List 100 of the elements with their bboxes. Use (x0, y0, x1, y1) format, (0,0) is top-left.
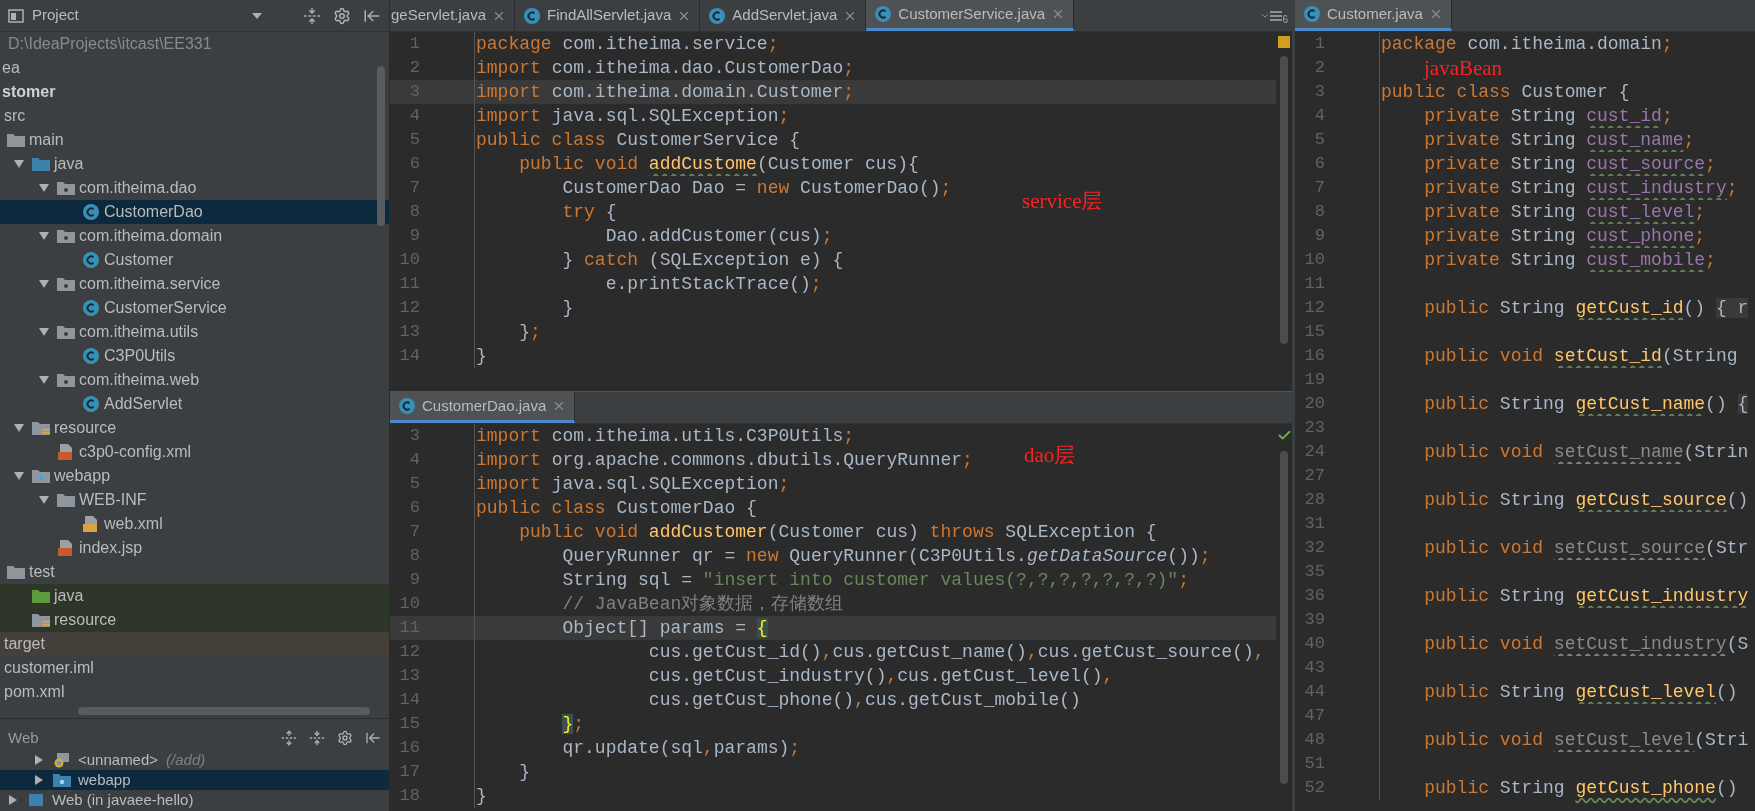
tree-row[interactable]: web.xml (0, 512, 389, 536)
code-line: String sql = "insert into customer values(?,?,?,?,?,?,?)"; (561, 569, 1189, 592)
expand-all-icon[interactable] (281, 730, 297, 746)
code-line: QueryRunner qr = new QueryRunner(C3P0Utils.getDataSource()); (561, 545, 1211, 568)
tree-arrow-icon[interactable] (38, 182, 50, 194)
tree-row[interactable]: Customer (0, 248, 389, 272)
tree-row[interactable]: stomer (0, 80, 389, 104)
code-line: public void setCust_level(Stri (1423, 729, 1749, 752)
class-icon (708, 6, 727, 25)
editor-tab[interactable]: Customer.java (1295, 0, 1452, 31)
panel-title[interactable]: Web (8, 726, 39, 750)
annotation: dao层 (1024, 444, 1076, 466)
line-number: 3 (1313, 81, 1325, 103)
code-line: Dao.addCustomer(cus); (604, 225, 833, 248)
settings-icon[interactable] (337, 730, 353, 746)
code-line: private String cust_id; (1423, 105, 1673, 128)
tree-row[interactable]: customer.iml (0, 656, 389, 680)
package-icon (56, 324, 76, 340)
tree-row[interactable]: main (0, 128, 389, 152)
tree-row[interactable]: pom.xml (0, 680, 389, 704)
code-line: cus.getCust_id(),cus.getCust_name(),cus.getCust_source(), (647, 641, 1265, 664)
tree-row[interactable]: test (0, 560, 389, 584)
annotation: javaBean (1424, 57, 1503, 79)
settings-icon[interactable] (333, 6, 351, 25)
panel-title[interactable]: Project (32, 4, 79, 27)
tree-label: src (3, 106, 26, 126)
tree-row[interactable]: resource (0, 608, 389, 632)
package-icon (56, 228, 76, 244)
tree-row[interactable]: src (0, 104, 389, 128)
tree-label: target (3, 634, 45, 654)
tree-arrow-icon[interactable] (38, 326, 50, 338)
tree-row[interactable]: target (0, 632, 389, 656)
tree-row[interactable]: java (0, 584, 389, 608)
tree-row[interactable]: com.itheima.web (0, 368, 389, 392)
tree-row[interactable]: c3p0-config.xml (0, 440, 389, 464)
collapse-all-icon[interactable] (309, 730, 325, 746)
tree-row[interactable]: index.jsp (0, 536, 389, 560)
tree-label: java (52, 586, 84, 606)
line-number: 9 (1313, 225, 1325, 247)
code-line: qr.update(sql,params); (561, 737, 801, 760)
hide-panel-icon[interactable] (365, 730, 381, 746)
scrollbar-thumb[interactable] (1280, 56, 1288, 344)
line-number: 7 (408, 521, 420, 543)
check-icon[interactable] (1276, 428, 1292, 443)
line-number: 18 (398, 785, 420, 807)
tree-row[interactable]: CustomerService (0, 296, 389, 320)
tree-arrow-icon[interactable] (13, 422, 25, 434)
tree-arrow-icon[interactable] (13, 158, 25, 170)
tree-row[interactable]: java (0, 152, 389, 176)
caret-icon[interactable] (251, 11, 262, 20)
tree-arrow-icon[interactable] (38, 230, 50, 242)
tree-row[interactable]: CustomerDao (0, 200, 389, 224)
line-number: 16 (1303, 345, 1325, 367)
code-line: public class CustomerDao { (476, 497, 757, 520)
package-icon (56, 180, 76, 196)
tree-label: com.itheima.utils (78, 322, 199, 342)
tree-row[interactable]: <unnamed> (/add) (0, 750, 389, 770)
line-number: 39 (1303, 609, 1325, 631)
tree-arrow-icon[interactable] (13, 470, 25, 482)
code-line: private String cust_industry; (1423, 177, 1738, 200)
code-line: import com.itheima.domain.Customer; (476, 81, 855, 104)
tree-row[interactable]: com.itheima.domain (0, 224, 389, 248)
scrollbar-thumb[interactable] (78, 707, 370, 715)
line-number: 13 (398, 321, 420, 343)
tree-row[interactable]: webapp (0, 770, 389, 790)
tree-arrow-icon[interactable] (38, 374, 50, 386)
tree-row[interactable]: Web (in javaee-hello) (0, 790, 389, 810)
scrollbar-thumb[interactable] (377, 66, 385, 226)
tree-row[interactable]: AddServlet (0, 392, 389, 416)
package-icon (56, 276, 76, 292)
tree-row[interactable]: WEB-INF (0, 488, 389, 512)
code-line: private String cust_name; (1423, 129, 1695, 152)
code-line: } (476, 345, 487, 368)
tree-label: CustomerService (103, 298, 227, 318)
tree-arrow-icon[interactable] (38, 494, 50, 506)
editor-tab[interactable]: CustomerDao.java (390, 392, 576, 423)
tab-overflow-button[interactable]: 6 (1260, 0, 1292, 31)
tree-label: com.itheima.dao (78, 178, 197, 198)
line-number: 14 (398, 689, 420, 711)
tree-arrow-icon[interactable] (33, 754, 45, 766)
tree-row[interactable]: com.itheima.utils (0, 320, 389, 344)
editor-tab[interactable]: CustomerService.java (866, 0, 1075, 31)
tree-row[interactable]: com.itheima.dao (0, 176, 389, 200)
code-line: import org.apache.commons.dbutils.QueryRunner; (476, 449, 973, 472)
scrollbar-thumb[interactable] (1280, 451, 1288, 784)
editor-tab[interactable]: geServlet.java (390, 0, 516, 31)
line-number: 12 (1303, 297, 1325, 319)
tree-arrow-icon[interactable] (38, 278, 50, 290)
code-line: public String getCust_name() { (1423, 393, 1749, 416)
tree-arrow-icon[interactable] (33, 774, 45, 786)
warning-marker-icon[interactable] (1278, 36, 1290, 48)
collapse-all-icon[interactable] (303, 6, 321, 25)
class-icon (82, 251, 100, 269)
tree-arrow-icon[interactable] (7, 794, 19, 806)
tree-row[interactable]: com.itheima.service (0, 272, 389, 296)
tree-row[interactable]: webapp (0, 464, 389, 488)
tree-row[interactable]: ea (0, 56, 389, 80)
line-number: 12 (398, 297, 420, 319)
tree-row[interactable]: C3P0Utils (0, 344, 389, 368)
tree-row[interactable]: resource (0, 416, 389, 440)
